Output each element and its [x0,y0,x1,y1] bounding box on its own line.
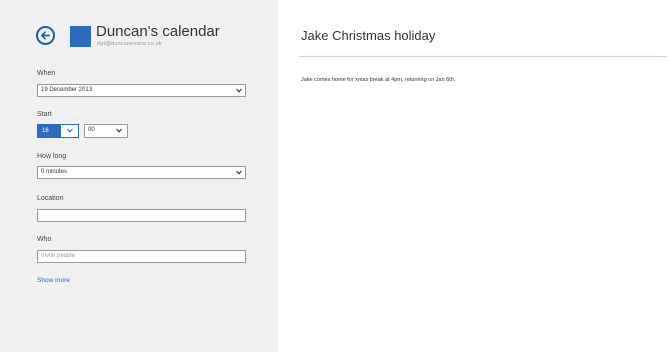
chevron-down-icon [116,128,122,133]
event-detail-pane [278,0,670,352]
back-button[interactable] [36,26,55,45]
title-divider [299,56,667,57]
how-long-label: How long [37,153,67,160]
start-label: Start [37,111,52,118]
who-placeholder: Invite people [41,253,76,259]
when-date-select[interactable]: 19 December 2013 [37,84,246,97]
event-title-input[interactable]: Jake Christmas holiday [301,28,435,43]
location-input[interactable] [37,209,246,222]
location-label: Location [37,195,64,202]
chevron-down-icon [236,88,242,93]
calendar-color-swatch [70,26,91,47]
event-form-sidebar: Duncan's calendar dgt@duncanevans.co.uk … [0,0,278,352]
start-hour-select[interactable]: 16 [37,124,79,138]
who-label: Who [37,236,52,243]
chevron-down-icon [67,128,73,133]
calendar-name[interactable]: Duncan's calendar [96,23,220,40]
chevron-down-icon [236,170,242,175]
start-minute-value: 00 [88,127,95,133]
when-label: When [37,70,56,77]
when-date-value: 19 December 2013 [41,87,93,93]
how-long-select[interactable]: 0 minutes [37,166,246,179]
event-description[interactable]: Jake comes home for xmas break at 4pm, r… [301,77,455,83]
show-more-link[interactable]: Show more [37,277,70,284]
how-long-value: 0 minutes [41,169,68,175]
calendar-email: dgt@duncanevans.co.uk [97,41,162,47]
back-arrow-icon [41,31,50,40]
start-hour-value: 16 [38,125,61,137]
start-minute-select[interactable]: 00 [84,124,128,138]
who-input[interactable]: Invite people [37,250,246,263]
